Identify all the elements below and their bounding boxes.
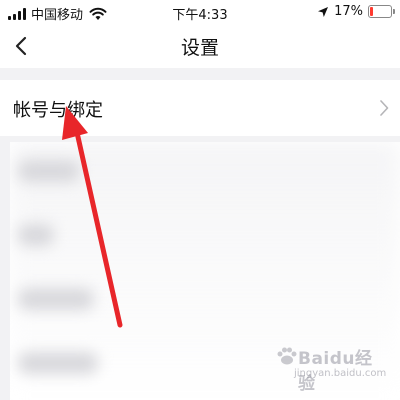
location-arrow-icon [318,6,329,17]
blurred-row [10,206,400,270]
blurred-text [18,352,98,374]
watermark-url: jingyan.baidu.com [294,368,387,379]
blurred-row [10,142,400,206]
battery-percent: 17% [334,4,363,19]
account-binding-label: 帐号与绑定 [13,100,103,121]
status-bar: 中国移动 下午4:33 17% [0,0,400,24]
blurred-text [18,224,54,246]
chevron-right-icon [380,100,389,116]
blurred-row [10,270,400,334]
blurred-text [18,160,80,182]
blurred-text [18,288,94,310]
battery-icon [368,5,395,18]
page-title: 设置 [180,37,219,59]
battery-level-fill [370,7,373,16]
watermark: Baidu经验 jingyan.baidu.com [276,342,387,394]
status-right: 17% [317,4,395,19]
account-binding-row[interactable]: 帐号与绑定 [0,80,400,136]
paw-logo-icon [277,347,297,365]
nav-bar: 设置 [0,24,400,68]
